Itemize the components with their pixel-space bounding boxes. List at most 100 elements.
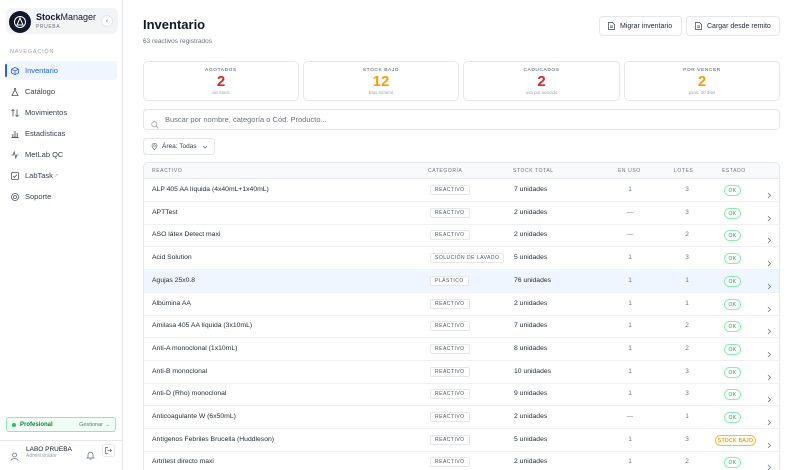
table-row[interactable]: Acid Solution SOLUCIÓN DE LAVADO 5 unidade… xyxy=(144,247,779,271)
lots-count: 3 xyxy=(685,367,689,375)
page-title: Inventario xyxy=(143,17,206,32)
sidebar-item-metlab[interactable]: MetLab QC xyxy=(5,145,117,164)
manage-plan-link[interactable]: Gestionar → xyxy=(79,422,110,428)
stat-card-caducados[interactable]: CADUCADOS 2 usa por vencido xyxy=(463,61,620,101)
status-badge: OK xyxy=(724,298,741,310)
lifebuoy-icon xyxy=(11,192,19,201)
chevron-right-icon[interactable] xyxy=(766,458,772,470)
stat-card-stock-bajo[interactable]: STOCK BAJO 12 bajo mínimo xyxy=(303,61,459,101)
search-bar xyxy=(143,109,780,130)
reactivo-name: Agujas 25x0.8 xyxy=(152,276,196,284)
table-row[interactable]: Anti-B monoclonal REACTIVO 10 unidades 1 3 OK xyxy=(144,361,779,384)
category-tag: REACTIVO xyxy=(430,230,470,241)
collapse-sidebar-button[interactable]: ‹ xyxy=(101,15,113,27)
chevron-down-icon xyxy=(202,144,208,150)
chevron-right-icon[interactable] xyxy=(766,209,772,221)
sidebar-item-soporte[interactable]: Soporte xyxy=(5,187,117,206)
user-icon xyxy=(10,448,19,461)
file-upload-icon xyxy=(695,22,702,30)
sidebar-item-labtask[interactable]: LabTask ↗ xyxy=(5,166,117,185)
chevron-right-icon[interactable] xyxy=(766,390,772,403)
in-use-count: 1 xyxy=(628,276,632,284)
stock-total: 5 unidades xyxy=(514,435,548,443)
lots-count: 3 xyxy=(685,186,689,193)
table-row[interactable]: Agujas 25x0.8 PLÁSTICO 76 unidades 1 1 OK xyxy=(144,269,779,293)
area-filter-dropdown[interactable]: Área: Todas xyxy=(143,138,215,155)
chevron-right-icon[interactable] xyxy=(766,186,772,199)
table-row[interactable]: ALP 405 AA líquida (4x40mL+1x40mL) REACTI… xyxy=(144,179,779,202)
column-header-reactivo[interactable]: REACTIVO xyxy=(152,168,182,174)
chevron-right-icon[interactable] xyxy=(766,345,772,358)
column-header-lotes[interactable]: LOTES xyxy=(674,168,693,174)
plan-badge: Profesional Gestionar → xyxy=(6,417,116,432)
sidebar-item-label: LabTask xyxy=(25,171,53,180)
column-header-estado[interactable]: ESTADO xyxy=(722,168,746,174)
plan-status-dot xyxy=(12,422,16,427)
stat-hint: sin stock xyxy=(212,90,230,95)
search-input[interactable] xyxy=(165,115,765,124)
table-row[interactable]: ASO látex Detect maxi REACTIVO 2 unidades —… xyxy=(144,224,779,248)
stock-total: 2 unidades xyxy=(514,299,548,307)
status-badge: OK xyxy=(724,253,741,265)
cube-icon xyxy=(11,66,19,75)
status-badge: OK xyxy=(724,343,741,355)
in-use-count: 1 xyxy=(628,186,632,193)
category-tag: REACTIVO xyxy=(430,298,470,309)
sidebar-item-estadisticas[interactable]: Estadísticas xyxy=(5,124,117,143)
sidebar-item-movimientos[interactable]: Movimientos xyxy=(5,103,117,122)
stat-hint: usa por vencido xyxy=(525,90,558,95)
table-row[interactable]: Anti-D (Rho) monoclonal REACTIVO 9 unidade… xyxy=(144,383,779,407)
stock-total: 2 unidades xyxy=(514,231,548,239)
in-use-count: 1 xyxy=(628,254,632,262)
chevron-right-icon[interactable] xyxy=(766,413,772,426)
sidebar-item-label: Estadísticas xyxy=(25,129,66,138)
chevron-right-icon[interactable] xyxy=(766,231,772,244)
migrate-inventory-button[interactable]: Migrar inventario xyxy=(599,16,682,36)
table-row[interactable]: Albúmina AA REACTIVO 2 unidades 1 1 OK xyxy=(144,293,779,316)
external-link-icon: ↗ xyxy=(53,172,59,179)
bell-icon[interactable] xyxy=(85,447,96,460)
category-tag: REACTIVO xyxy=(430,457,470,468)
stat-card-agotados[interactable]: AGOTADOS 2 sin stock xyxy=(143,61,299,101)
table-row[interactable]: Anticoagulante W (6x50mL) REACTIVO 2 unida… xyxy=(144,406,779,429)
reactivo-name: APTTest xyxy=(152,208,178,216)
column-header-en-uso[interactable]: EN USO xyxy=(618,168,641,174)
stat-card-por-vencer[interactable]: POR VENCER 2 pxos. 30 días xyxy=(624,61,780,101)
table-row[interactable]: Antígenos Febriles Brucella (Huddleson) R… xyxy=(144,429,779,452)
sidebar-item-inventario[interactable]: Inventario xyxy=(5,61,117,80)
table-header: REACTIVO CATEGORÍA STOCK TOTAL EN USO LO… xyxy=(144,163,779,179)
table-row[interactable]: Artritest directo maxi REACTIVO 2 unidades… xyxy=(144,451,779,470)
chevron-right-icon[interactable] xyxy=(766,277,772,290)
in-use-count: — xyxy=(626,413,634,420)
status-badge: OK xyxy=(724,185,741,196)
chevron-right-icon[interactable] xyxy=(766,368,772,380)
stock-total: 76 unidades xyxy=(514,276,552,284)
stat-value: 2 xyxy=(537,73,546,90)
sidebar-item-label: MetLab QC xyxy=(25,150,64,159)
status-badge: OK xyxy=(724,412,741,423)
table-row[interactable]: APTTest REACTIVO 2 unidades — 3 OK xyxy=(144,202,779,225)
inventory-table: REACTIVO CATEGORÍA STOCK TOTAL EN USO LO… xyxy=(143,162,780,470)
migrate-inventory-label: Migrar inventario xyxy=(620,22,673,30)
chevron-right-icon[interactable] xyxy=(766,254,772,267)
chevron-right-icon[interactable] xyxy=(766,322,772,335)
in-use-count: 1 xyxy=(628,299,632,307)
stock-total: 2 unidades xyxy=(514,458,548,466)
page-subtitle: 63 reactivos registrados xyxy=(143,38,213,45)
sidebar-item-catalogo[interactable]: Catálogo xyxy=(5,82,117,101)
column-header-stock[interactable]: STOCK TOTAL xyxy=(513,168,554,174)
chevron-right-icon[interactable] xyxy=(766,300,772,312)
table-row[interactable]: Anti-A monoclonal (1x10mL) REACTIVO 8 unid… xyxy=(144,338,779,361)
chevron-right-icon[interactable] xyxy=(766,436,772,448)
logout-button[interactable] xyxy=(102,444,115,457)
map-pin-icon xyxy=(151,142,158,151)
stock-total: 5 unidades xyxy=(514,254,548,262)
column-header-categoria[interactable]: CATEGORÍA xyxy=(428,168,462,174)
table-row[interactable]: Amilasa 405 AA líquida (3x10mL) REACTIVO 7… xyxy=(144,315,779,339)
category-tag: REACTIVO xyxy=(430,185,470,195)
stock-total: 9 unidades xyxy=(514,390,548,398)
in-use-count: 1 xyxy=(628,435,632,443)
upload-remito-button[interactable]: Cargar desde remito xyxy=(686,16,780,36)
search-icon xyxy=(151,116,159,129)
stat-hint: bajo mínimo xyxy=(368,90,394,95)
